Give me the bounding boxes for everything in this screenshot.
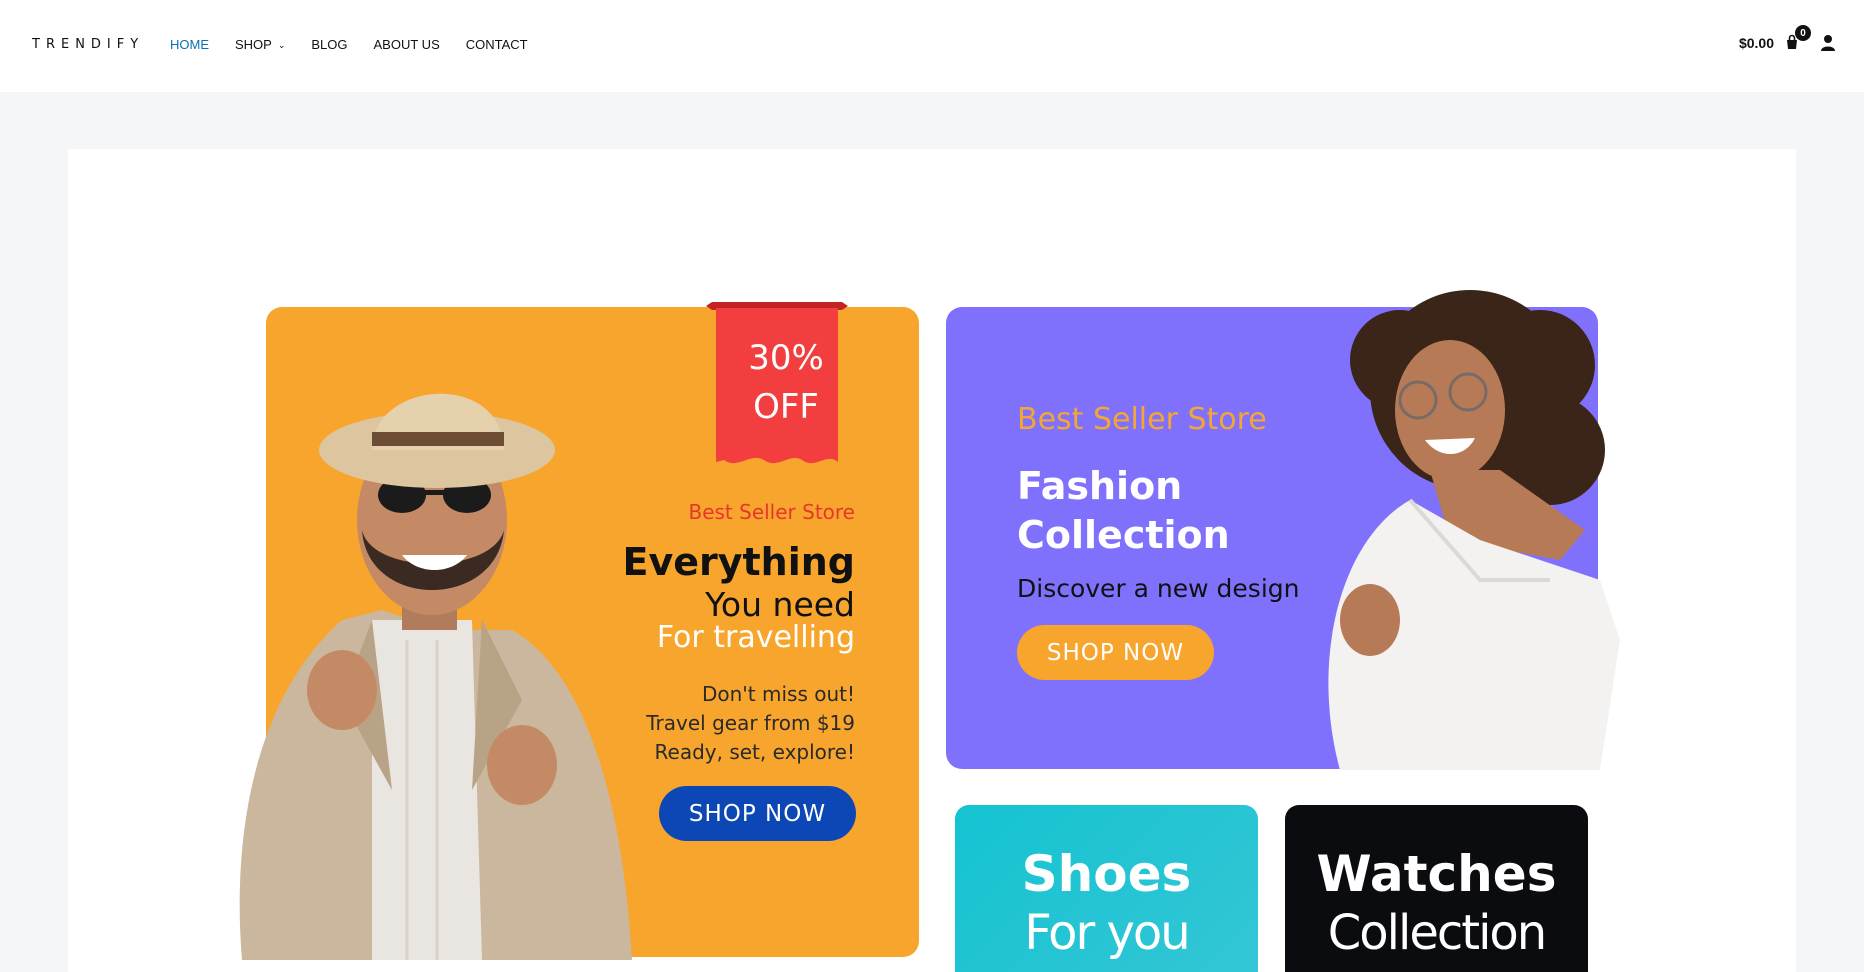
orange-line-2: Travel gear from $19 <box>646 711 855 735</box>
site-header: TRENDIFY HOME SHOP ⌄ BLOG ABOUT US CONTAC… <box>0 0 1864 92</box>
nav-item-about-us[interactable]: ABOUT US <box>374 37 440 52</box>
nav-item-contact[interactable]: CONTACT <box>466 37 528 52</box>
orange-headline-1: Everything <box>622 540 855 584</box>
nav-item-label: ABOUT US <box>373 37 440 52</box>
orange-line-1: Don't miss out! <box>701 682 855 706</box>
purple-title-line-1: Fashion <box>1017 464 1183 508</box>
watches-promo-card[interactable]: Watches Collection <box>1285 805 1588 972</box>
purple-store-label: Best Seller Store <box>1017 402 1267 437</box>
woman-curly-hair-image <box>1328 290 1620 770</box>
header-actions: $0.00 0 <box>1739 25 1836 52</box>
shopping-bag-icon[interactable]: 0 <box>1784 25 1811 52</box>
cart-total[interactable]: $0.00 <box>1739 35 1774 51</box>
nav-item-home[interactable]: HOME <box>170 37 209 52</box>
nav-item-label: CONTACT <box>465 37 528 52</box>
nav-item-label: HOME <box>170 37 209 52</box>
purple-subtitle: Discover a new design <box>1017 574 1300 603</box>
watches-subtitle: Collection <box>1327 905 1547 961</box>
fashion-shop-now-button[interactable]: SHOP NOW <box>1017 625 1214 680</box>
main-nav: HOME SHOP ⌄ BLOG ABOUT US CONTACT <box>170 37 554 52</box>
orange-line-3: Ready, set, explore! <box>654 740 855 764</box>
nav-item-blog[interactable]: BLOG <box>311 37 347 52</box>
discount-off: OFF <box>753 387 819 427</box>
orange-store-label: Best Seller Store <box>688 500 855 524</box>
shoes-title: Shoes <box>1021 845 1192 903</box>
user-icon[interactable] <box>1820 34 1836 52</box>
shoes-subtitle: For you <box>1024 905 1190 961</box>
discount-percent: 30% <box>748 338 824 378</box>
purple-title: Fashion Collection <box>1017 462 1230 560</box>
orange-headline-2: You need <box>705 585 855 624</box>
man-in-hat-image <box>239 393 632 960</box>
purple-title-line-2: Collection <box>1017 513 1230 557</box>
travel-shop-now-button[interactable]: SHOP NOW <box>659 786 856 841</box>
orange-headline-3: For travelling <box>656 620 855 655</box>
shoes-promo-card[interactable]: Shoes For you <box>955 805 1258 972</box>
nav-item-shop[interactable]: SHOP ⌄ <box>235 37 285 52</box>
watches-title: Watches <box>1316 845 1557 903</box>
cart-count-badge: 0 <box>1795 25 1811 41</box>
site-logo[interactable]: TRENDIFY <box>32 37 144 52</box>
nav-item-label: SHOP <box>235 37 272 52</box>
chevron-down-icon: ⌄ <box>277 40 286 50</box>
discount-badge-text: 30% OFF <box>706 334 866 432</box>
nav-item-label: BLOG <box>311 37 348 52</box>
